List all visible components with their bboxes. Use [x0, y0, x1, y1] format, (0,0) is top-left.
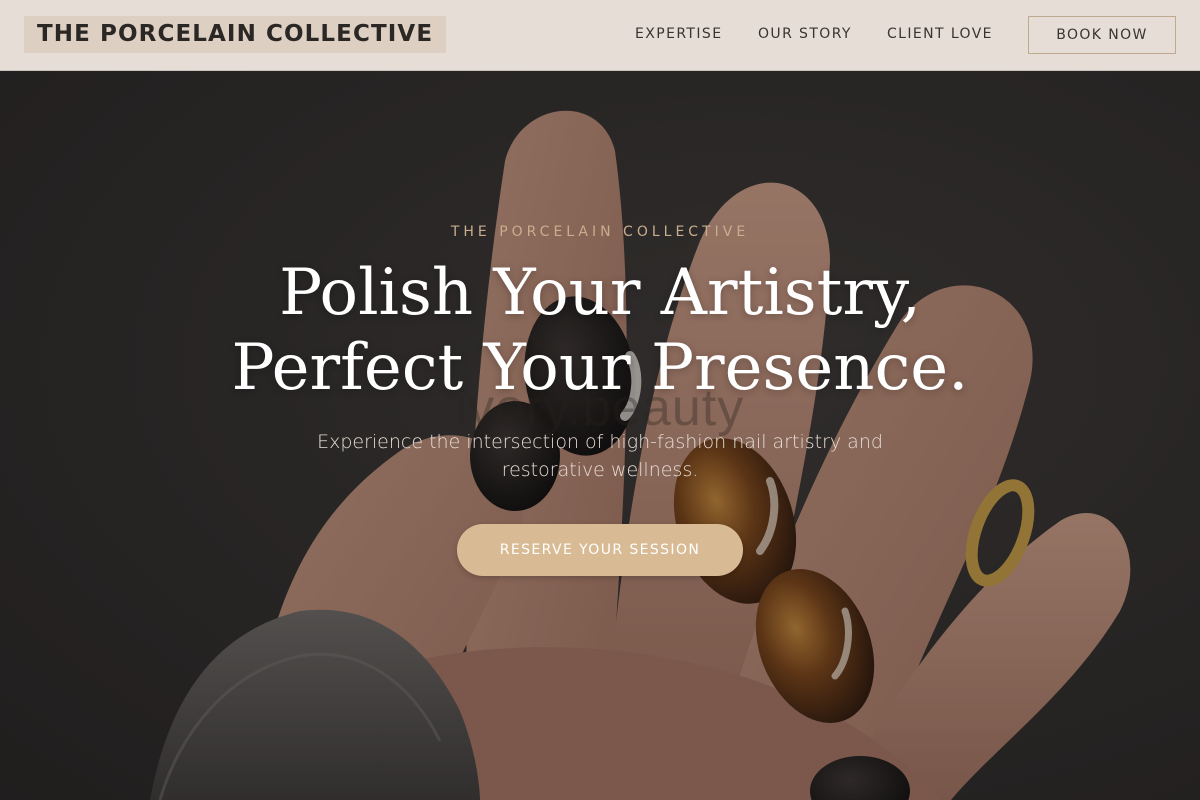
reserve-session-button[interactable]: RESERVE YOUR SESSION: [457, 524, 743, 576]
headline-line-1: Polish Your Artistry,: [279, 256, 921, 330]
site-header: THE PORCELAIN COLLECTIVE EXPERTISE OUR S…: [0, 0, 1200, 71]
nav-link-client-love[interactable]: CLIENT LOVE: [887, 24, 993, 44]
book-now-button[interactable]: BOOK NOW: [1028, 16, 1176, 54]
hero-headline: Polish Your Artistry, Perfect Your Prese…: [0, 256, 1200, 406]
main-nav: EXPERTISE OUR STORY CLIENT LOVE: [0, 0, 1200, 70]
nav-link-expertise[interactable]: EXPERTISE: [635, 24, 722, 44]
headline-line-2: Perfect Your Presence.: [231, 331, 969, 405]
hero-section: ivory.beauty THE PORCELAIN COLLECTIVE Po…: [0, 71, 1200, 800]
hero-subtext: Experience the intersection of high-fash…: [317, 431, 883, 481]
hero-eyebrow: THE PORCELAIN COLLECTIVE: [450, 224, 750, 240]
nav-link-our-story[interactable]: OUR STORY: [758, 24, 852, 44]
